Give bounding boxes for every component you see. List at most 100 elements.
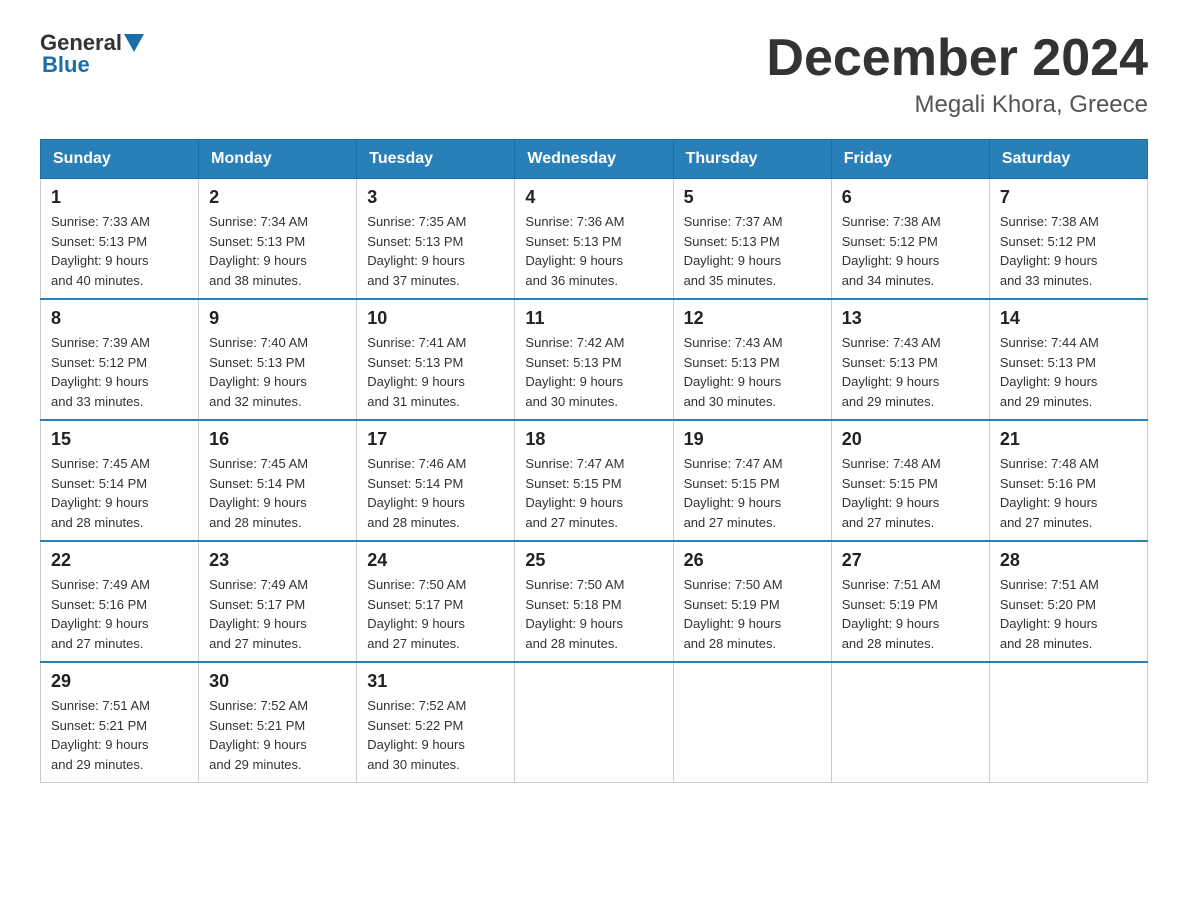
calendar-cell: 5 Sunrise: 7:37 AM Sunset: 5:13 PM Dayli… — [673, 179, 831, 300]
day-number: 4 — [525, 187, 662, 208]
day-number: 19 — [684, 429, 821, 450]
day-info: Sunrise: 7:51 AM Sunset: 5:21 PM Dayligh… — [51, 696, 188, 774]
day-info: Sunrise: 7:34 AM Sunset: 5:13 PM Dayligh… — [209, 212, 346, 290]
calendar-cell — [831, 662, 989, 783]
day-number: 18 — [525, 429, 662, 450]
header-thursday: Thursday — [673, 140, 831, 179]
day-info: Sunrise: 7:49 AM Sunset: 5:17 PM Dayligh… — [209, 575, 346, 653]
calendar-week-3: 15 Sunrise: 7:45 AM Sunset: 5:14 PM Dayl… — [41, 420, 1148, 541]
calendar-week-4: 22 Sunrise: 7:49 AM Sunset: 5:16 PM Dayl… — [41, 541, 1148, 662]
calendar-cell: 17 Sunrise: 7:46 AM Sunset: 5:14 PM Dayl… — [357, 420, 515, 541]
day-number: 28 — [1000, 550, 1137, 571]
day-info: Sunrise: 7:50 AM Sunset: 5:19 PM Dayligh… — [684, 575, 821, 653]
day-info: Sunrise: 7:49 AM Sunset: 5:16 PM Dayligh… — [51, 575, 188, 653]
day-info: Sunrise: 7:46 AM Sunset: 5:14 PM Dayligh… — [367, 454, 504, 532]
logo: General Blue — [40, 30, 146, 78]
calendar-cell: 9 Sunrise: 7:40 AM Sunset: 5:13 PM Dayli… — [199, 299, 357, 420]
calendar-cell: 27 Sunrise: 7:51 AM Sunset: 5:19 PM Dayl… — [831, 541, 989, 662]
day-number: 15 — [51, 429, 188, 450]
day-info: Sunrise: 7:51 AM Sunset: 5:19 PM Dayligh… — [842, 575, 979, 653]
calendar-cell: 6 Sunrise: 7:38 AM Sunset: 5:12 PM Dayli… — [831, 179, 989, 300]
day-info: Sunrise: 7:50 AM Sunset: 5:18 PM Dayligh… — [525, 575, 662, 653]
calendar-cell: 16 Sunrise: 7:45 AM Sunset: 5:14 PM Dayl… — [199, 420, 357, 541]
day-number: 21 — [1000, 429, 1137, 450]
day-info: Sunrise: 7:48 AM Sunset: 5:15 PM Dayligh… — [842, 454, 979, 532]
calendar-cell: 15 Sunrise: 7:45 AM Sunset: 5:14 PM Dayl… — [41, 420, 199, 541]
day-info: Sunrise: 7:40 AM Sunset: 5:13 PM Dayligh… — [209, 333, 346, 411]
day-number: 3 — [367, 187, 504, 208]
day-number: 23 — [209, 550, 346, 571]
main-title: December 2024 — [766, 30, 1148, 87]
calendar-cell — [989, 662, 1147, 783]
day-number: 31 — [367, 671, 504, 692]
day-info: Sunrise: 7:45 AM Sunset: 5:14 PM Dayligh… — [51, 454, 188, 532]
day-info: Sunrise: 7:41 AM Sunset: 5:13 PM Dayligh… — [367, 333, 504, 411]
day-info: Sunrise: 7:38 AM Sunset: 5:12 PM Dayligh… — [842, 212, 979, 290]
page-header: General Blue December 2024 Megali Khora,… — [40, 30, 1148, 119]
day-number: 16 — [209, 429, 346, 450]
calendar-cell: 12 Sunrise: 7:43 AM Sunset: 5:13 PM Dayl… — [673, 299, 831, 420]
day-number: 27 — [842, 550, 979, 571]
day-info: Sunrise: 7:37 AM Sunset: 5:13 PM Dayligh… — [684, 212, 821, 290]
header-wednesday: Wednesday — [515, 140, 673, 179]
calendar-cell: 2 Sunrise: 7:34 AM Sunset: 5:13 PM Dayli… — [199, 179, 357, 300]
calendar-cell: 30 Sunrise: 7:52 AM Sunset: 5:21 PM Dayl… — [199, 662, 357, 783]
day-info: Sunrise: 7:48 AM Sunset: 5:16 PM Dayligh… — [1000, 454, 1137, 532]
day-number: 25 — [525, 550, 662, 571]
calendar-table: SundayMondayTuesdayWednesdayThursdayFrid… — [40, 139, 1148, 783]
day-number: 9 — [209, 308, 346, 329]
calendar-cell: 19 Sunrise: 7:47 AM Sunset: 5:15 PM Dayl… — [673, 420, 831, 541]
header-monday: Monday — [199, 140, 357, 179]
day-number: 7 — [1000, 187, 1137, 208]
day-info: Sunrise: 7:36 AM Sunset: 5:13 PM Dayligh… — [525, 212, 662, 290]
calendar-cell — [673, 662, 831, 783]
calendar-cell: 1 Sunrise: 7:33 AM Sunset: 5:13 PM Dayli… — [41, 179, 199, 300]
day-number: 30 — [209, 671, 346, 692]
day-number: 17 — [367, 429, 504, 450]
calendar-cell: 10 Sunrise: 7:41 AM Sunset: 5:13 PM Dayl… — [357, 299, 515, 420]
day-info: Sunrise: 7:52 AM Sunset: 5:22 PM Dayligh… — [367, 696, 504, 774]
day-number: 10 — [367, 308, 504, 329]
day-number: 29 — [51, 671, 188, 692]
day-info: Sunrise: 7:51 AM Sunset: 5:20 PM Dayligh… — [1000, 575, 1137, 653]
day-number: 26 — [684, 550, 821, 571]
day-number: 2 — [209, 187, 346, 208]
calendar-cell: 7 Sunrise: 7:38 AM Sunset: 5:12 PM Dayli… — [989, 179, 1147, 300]
day-number: 20 — [842, 429, 979, 450]
calendar-cell: 21 Sunrise: 7:48 AM Sunset: 5:16 PM Dayl… — [989, 420, 1147, 541]
calendar-cell: 4 Sunrise: 7:36 AM Sunset: 5:13 PM Dayli… — [515, 179, 673, 300]
subtitle: Megali Khora, Greece — [766, 91, 1148, 119]
calendar-cell: 28 Sunrise: 7:51 AM Sunset: 5:20 PM Dayl… — [989, 541, 1147, 662]
calendar-header-row: SundayMondayTuesdayWednesdayThursdayFrid… — [41, 140, 1148, 179]
calendar-cell: 26 Sunrise: 7:50 AM Sunset: 5:19 PM Dayl… — [673, 541, 831, 662]
calendar-cell: 14 Sunrise: 7:44 AM Sunset: 5:13 PM Dayl… — [989, 299, 1147, 420]
calendar-cell: 18 Sunrise: 7:47 AM Sunset: 5:15 PM Dayl… — [515, 420, 673, 541]
day-info: Sunrise: 7:35 AM Sunset: 5:13 PM Dayligh… — [367, 212, 504, 290]
day-info: Sunrise: 7:47 AM Sunset: 5:15 PM Dayligh… — [684, 454, 821, 532]
calendar-cell: 31 Sunrise: 7:52 AM Sunset: 5:22 PM Dayl… — [357, 662, 515, 783]
calendar-week-1: 1 Sunrise: 7:33 AM Sunset: 5:13 PM Dayli… — [41, 179, 1148, 300]
day-number: 24 — [367, 550, 504, 571]
day-number: 22 — [51, 550, 188, 571]
title-section: December 2024 Megali Khora, Greece — [766, 30, 1148, 119]
logo-blue-text: Blue — [42, 52, 90, 78]
day-info: Sunrise: 7:47 AM Sunset: 5:15 PM Dayligh… — [525, 454, 662, 532]
day-number: 1 — [51, 187, 188, 208]
logo-triangle-icon — [124, 34, 144, 52]
day-info: Sunrise: 7:33 AM Sunset: 5:13 PM Dayligh… — [51, 212, 188, 290]
day-info: Sunrise: 7:50 AM Sunset: 5:17 PM Dayligh… — [367, 575, 504, 653]
day-number: 14 — [1000, 308, 1137, 329]
calendar-cell: 13 Sunrise: 7:43 AM Sunset: 5:13 PM Dayl… — [831, 299, 989, 420]
calendar-week-5: 29 Sunrise: 7:51 AM Sunset: 5:21 PM Dayl… — [41, 662, 1148, 783]
day-number: 11 — [525, 308, 662, 329]
day-info: Sunrise: 7:44 AM Sunset: 5:13 PM Dayligh… — [1000, 333, 1137, 411]
header-sunday: Sunday — [41, 140, 199, 179]
calendar-cell: 3 Sunrise: 7:35 AM Sunset: 5:13 PM Dayli… — [357, 179, 515, 300]
calendar-cell — [515, 662, 673, 783]
day-info: Sunrise: 7:38 AM Sunset: 5:12 PM Dayligh… — [1000, 212, 1137, 290]
day-info: Sunrise: 7:43 AM Sunset: 5:13 PM Dayligh… — [684, 333, 821, 411]
header-friday: Friday — [831, 140, 989, 179]
calendar-cell: 29 Sunrise: 7:51 AM Sunset: 5:21 PM Dayl… — [41, 662, 199, 783]
calendar-cell: 11 Sunrise: 7:42 AM Sunset: 5:13 PM Dayl… — [515, 299, 673, 420]
day-number: 12 — [684, 308, 821, 329]
